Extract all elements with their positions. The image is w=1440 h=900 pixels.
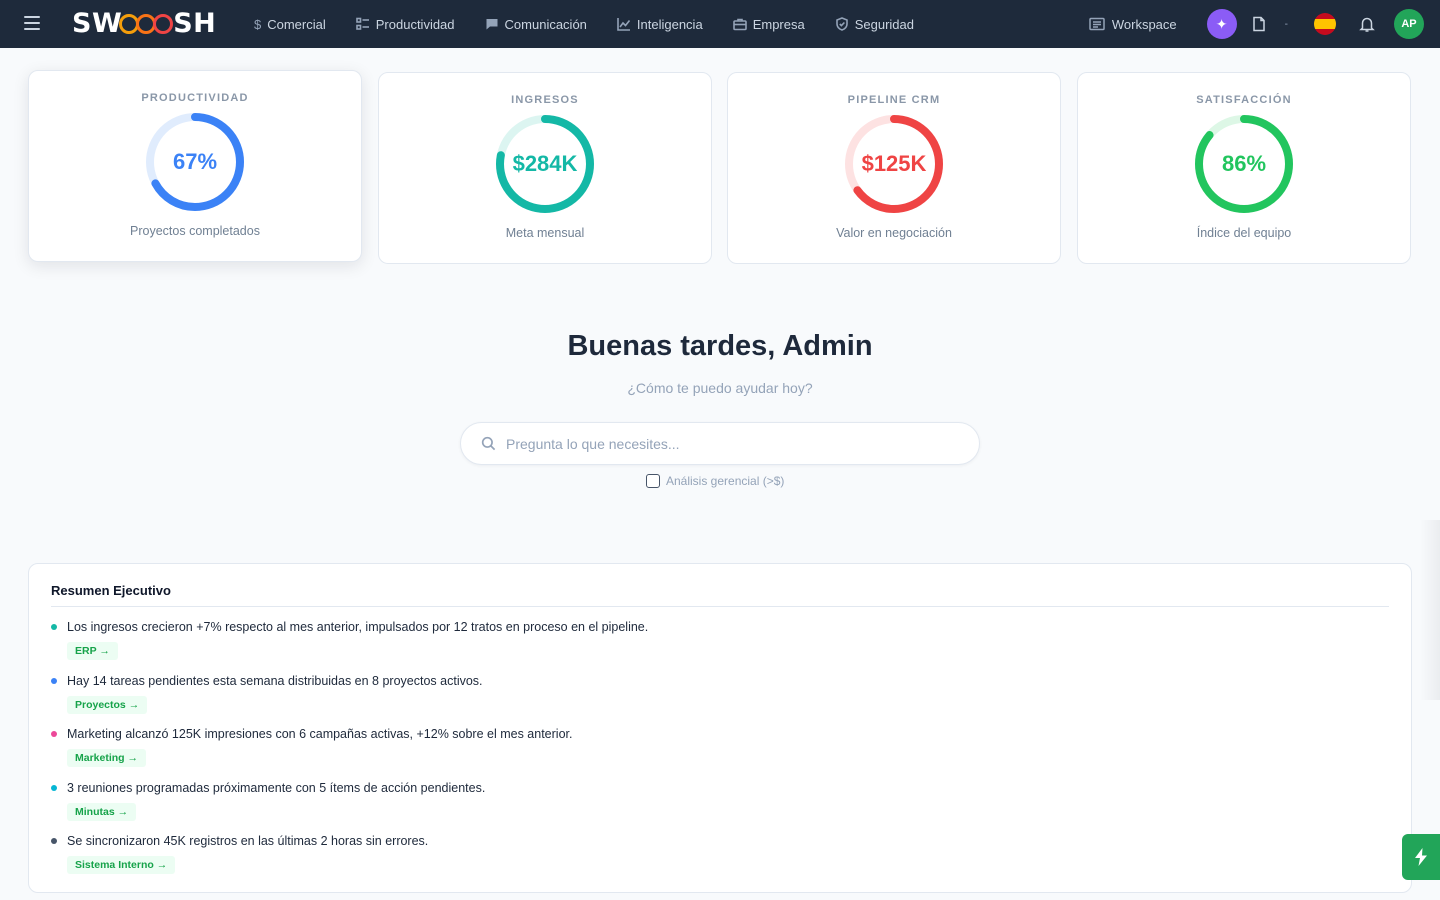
search-bar[interactable] [460,422,980,465]
kpi-subtitle: Meta mensual [505,226,585,240]
kpi-subtitle: Proyectos completados [130,224,260,238]
module-link-erp[interactable]: ERP → [67,642,118,660]
nav-item-label: Comercial [267,16,326,32]
nav-item-label: Empresa [752,16,805,32]
main-nav: $ Comercial Productividad Comunicación I… [254,0,944,48]
dollar-icon: $ [254,16,262,32]
nav-item-label: Seguridad [854,16,914,32]
kpi-subtitle: Valor en negociación [836,226,952,240]
management-analysis-checkbox[interactable] [646,474,660,488]
avatar[interactable]: AP [1394,9,1424,39]
workspace-label: Workspace [1111,16,1177,32]
summary-item-text: Los ingresos crecieron +7% respecto al m… [67,620,649,634]
nav-item-productividad[interactable]: Productividad [355,16,455,32]
nav-item-seguridad[interactable]: Seguridad [835,17,914,32]
workspace-icon [1089,17,1105,31]
kpi-card-ingresos[interactable]: INGRESOS $284K Meta mensual [378,72,712,264]
summary-item-text: Se sincronizaron 45K registros en las úl… [67,834,429,848]
workspace-button[interactable]: Workspace [1089,17,1177,32]
chat-icon [486,19,498,30]
kpi-card-productividad[interactable]: PRODUCTIVIDAD 67% Proyectos completados [28,70,362,262]
side-panel-edge [1420,520,1440,700]
bullet-dot [51,678,57,684]
progress-ring: 67% [145,112,245,212]
list-item: Marketing alcanzó 125K impresiones con 6… [51,727,572,767]
menu-icon[interactable] [24,16,40,30]
module-link-proyectos[interactable]: Proyectos → [67,696,148,714]
kpi-card-satisfaccion[interactable]: SATISFACCIÓN 86% Índice del equipo [1077,72,1411,264]
kpi-card-pipeline-crm[interactable]: PIPELINE CRM $125K Valor en negociación [727,72,1061,264]
ai-assistant-button[interactable]: ✦ [1206,9,1237,39]
kpi-value: 67% [172,149,218,174]
bullet-dot [51,785,57,791]
kpi-label: SATISFACCIÓN [1196,94,1292,106]
nav-item-comunicacion[interactable]: Comunicación [485,17,587,32]
bullet-dot [51,731,57,737]
executive-summary-card: Resumen Ejecutivo Los ingresos crecieron… [28,563,1412,893]
nav-item-empresa[interactable]: Empresa [732,16,805,32]
greeting-title: Buenas tardes, Admin [567,330,873,362]
bullet-dot [51,838,57,844]
kpi-subtitle: Índice del equipo [1196,226,1292,240]
nav-item-label: Productividad [375,16,455,32]
summary-title: Resumen Ejecutivo [51,583,171,598]
divider [51,606,1389,607]
dropdown-marker[interactable]: - [1285,19,1288,30]
module-link-minutas[interactable]: Minutas → [67,803,137,821]
chart-line-icon [617,18,631,31]
checkbox-label: Análisis gerencial (>$) [666,474,785,488]
progress-ring: $284K [495,114,595,214]
briefcase-icon [732,18,747,31]
kpi-value: 86% [1221,151,1267,176]
nav-item-label: Comunicación [504,16,587,32]
summary-item-text: 3 reuniones programadas próximamente con… [67,781,486,795]
bullet-dot [51,624,57,630]
kpi-label: PIPELINE CRM [847,94,941,106]
nav-item-inteligencia[interactable]: Inteligencia [617,17,703,32]
list-item: Hay 14 tareas pendientes esta semana dis… [51,674,483,714]
summary-item-text: Hay 14 tareas pendientes esta semana dis… [67,674,483,688]
nav-item-label: Inteligencia [636,16,703,32]
checklist-icon [355,17,369,30]
spain-flag-icon[interactable] [1314,13,1336,35]
nav-item-comercial[interactable]: $ Comercial [254,17,326,32]
top-nav-bar: SW SH $ Comercial Productividad Comunicac… [0,0,1440,48]
module-link-marketing[interactable]: Marketing → [67,749,147,767]
list-item: Se sincronizaron 45K registros en las úl… [51,834,428,874]
kpi-label: INGRESOS [511,94,579,106]
bell-icon[interactable] [1358,15,1376,33]
progress-ring: 86% [1194,114,1294,214]
sparkle-icon: ✦ [1215,15,1228,32]
list-item: Los ingresos crecieron +7% respecto al m… [51,620,648,660]
logo[interactable]: SW SH [72,9,216,39]
module-link-sistema-interno[interactable]: Sistema Interno → [67,856,176,874]
summary-item-text: Marketing alcanzó 125K impresiones con 6… [67,727,573,741]
quick-action-button[interactable] [1402,834,1440,880]
document-icon[interactable] [1251,16,1267,32]
header-tools: Workspace ✦ - AP [1089,0,1424,48]
lightning-icon [1415,848,1427,866]
kpi-value: $284K [512,151,578,176]
search-icon [481,436,496,451]
shield-icon [835,17,848,31]
kpi-value: $125K [861,151,927,176]
progress-ring: $125K [844,114,944,214]
greeting-subtitle: ¿Cómo te puedo ayudar hoy? [627,380,813,396]
kpi-label: PRODUCTIVIDAD [141,92,249,104]
management-analysis-option[interactable]: Análisis gerencial (>$) [646,474,784,488]
search-input[interactable] [506,435,966,452]
list-item: 3 reuniones programadas próximamente con… [51,781,485,821]
